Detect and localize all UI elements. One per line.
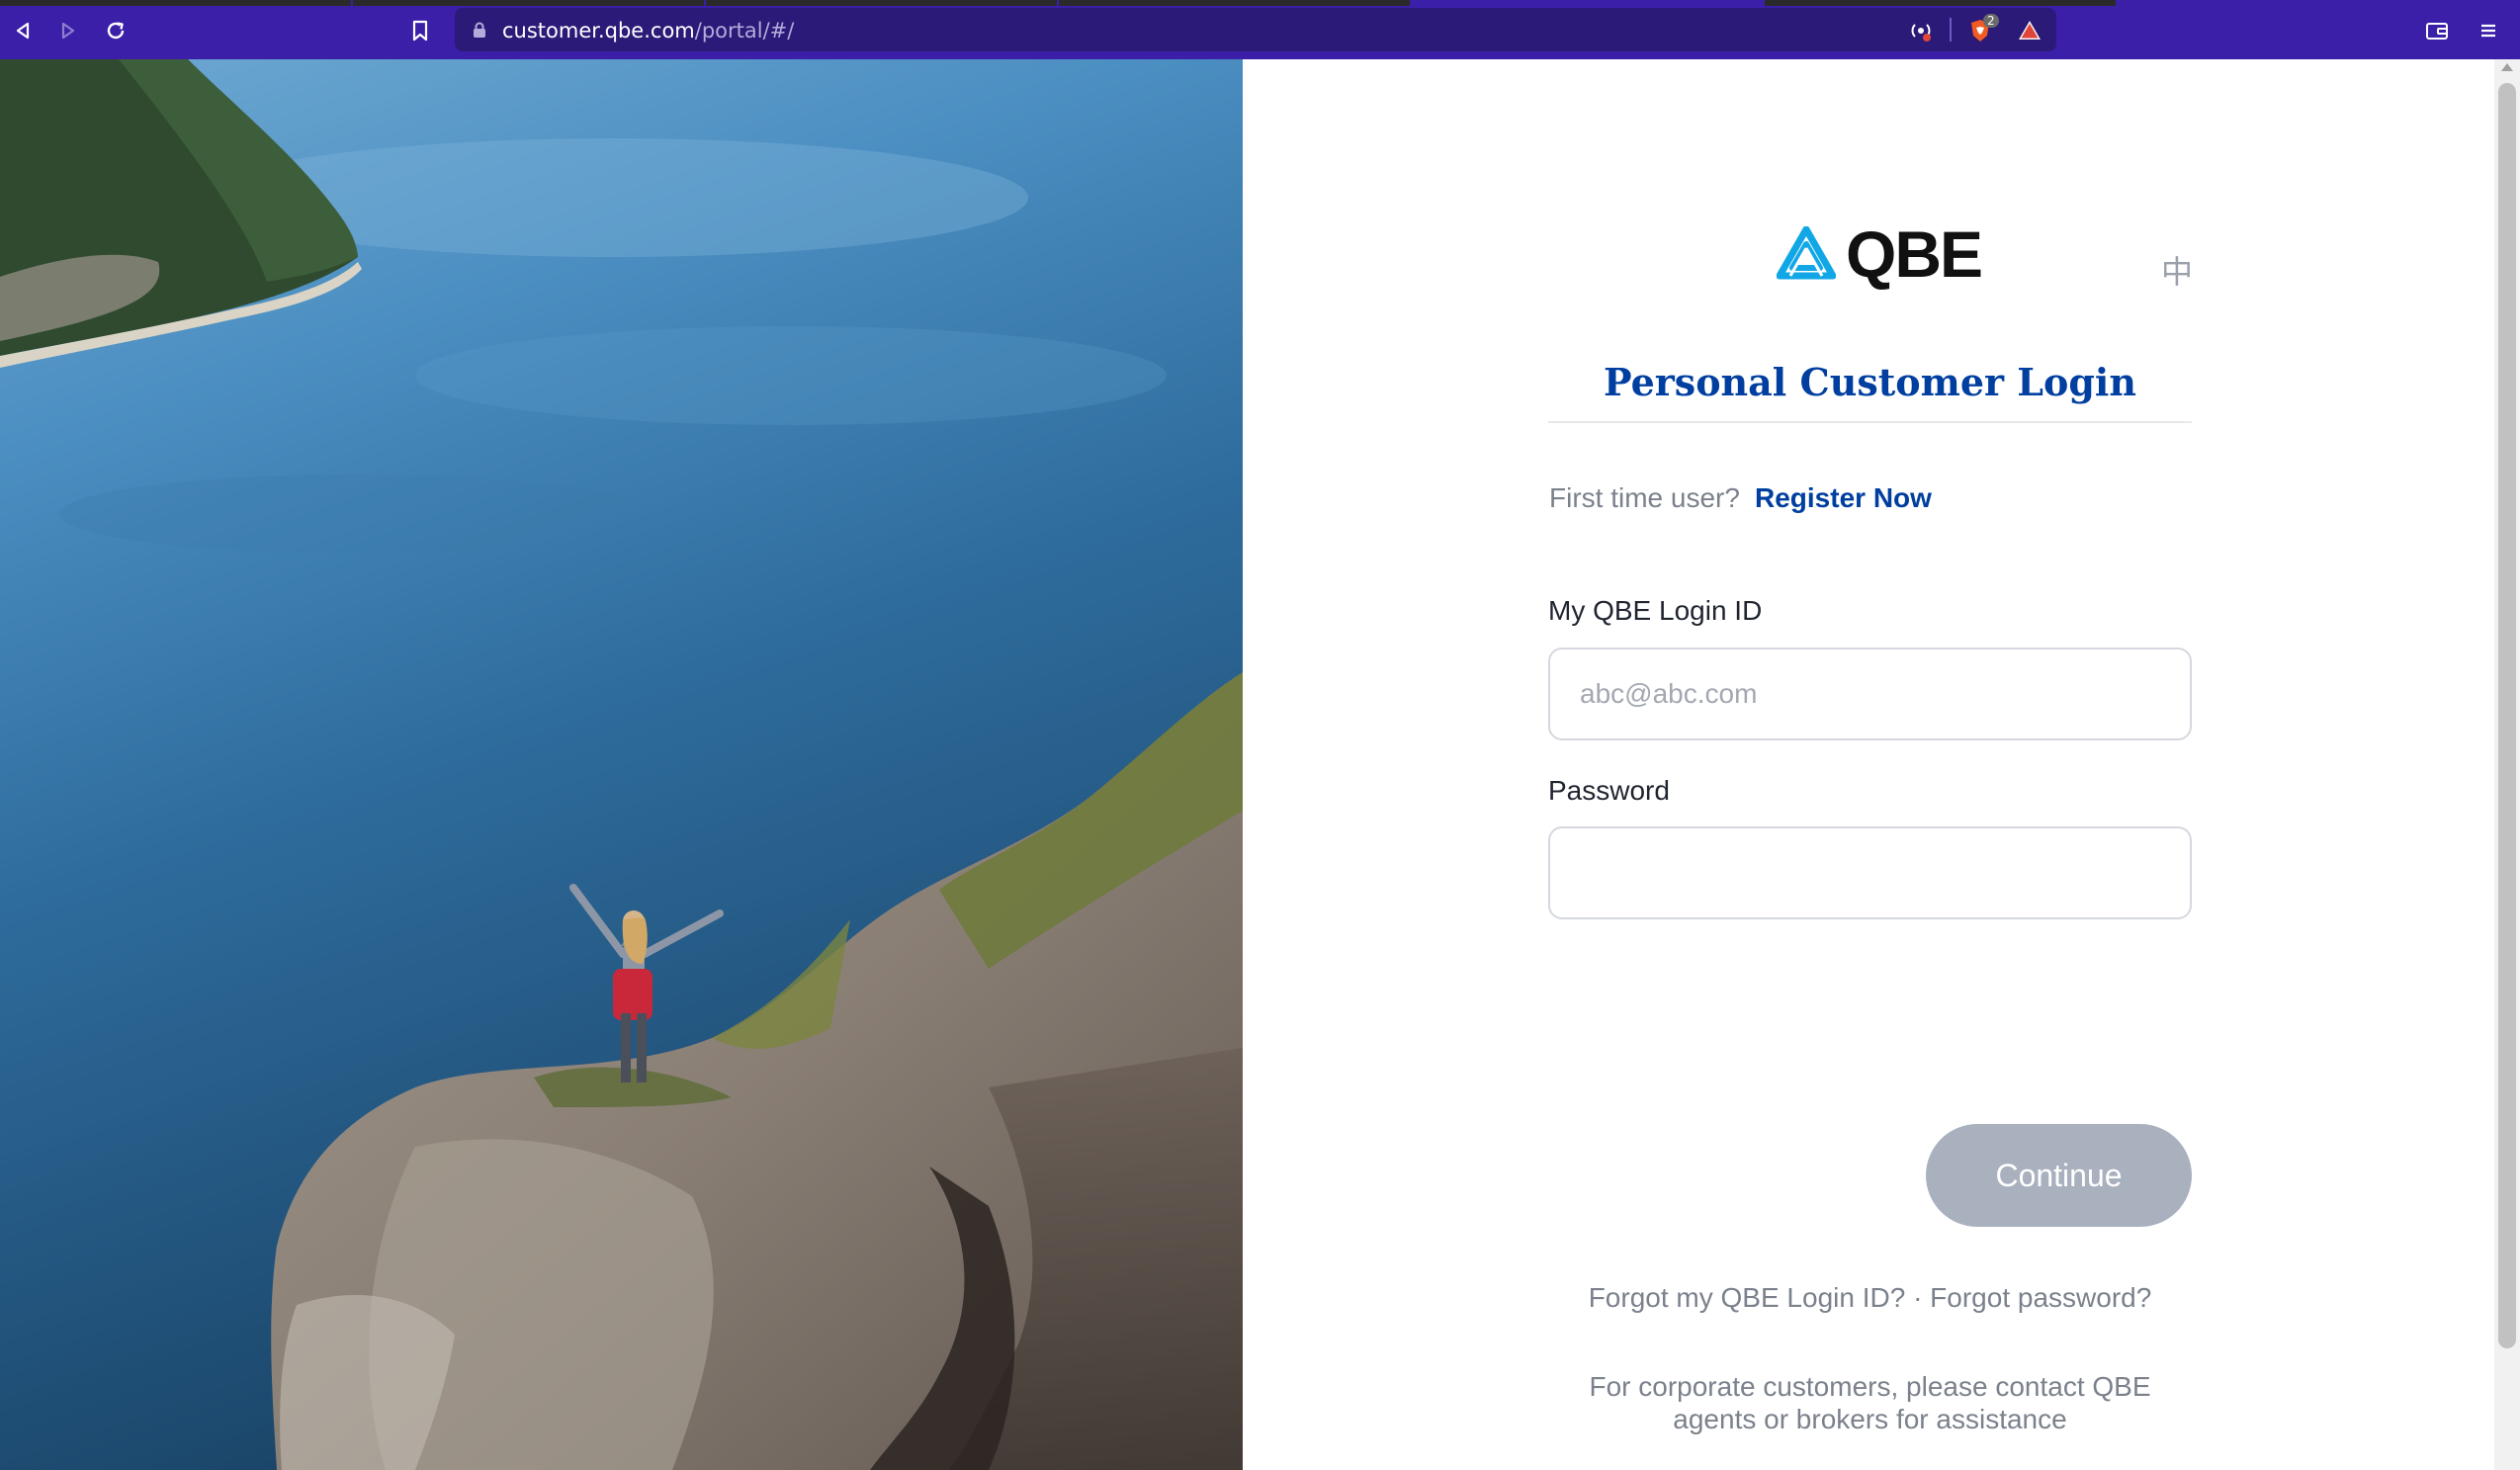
forgot-login-id-link[interactable]: Forgot my QBE Login ID?: [1589, 1282, 1906, 1313]
qbe-logo: QBE: [1777, 217, 1983, 291]
password-input[interactable]: [1548, 826, 2192, 919]
tab[interactable]: [1765, 0, 2116, 6]
forward-button[interactable]: [51, 14, 85, 47]
tab[interactable]: [353, 0, 704, 6]
page-title: Personal Customer Login: [1604, 360, 2136, 404]
tab-strip: [0, 0, 2520, 6]
brave-rewards-icon: [2019, 21, 2041, 40]
wallet-icon: [2426, 23, 2448, 40]
first-time-prompt: First time user?: [1549, 482, 1740, 513]
forgot-password-link[interactable]: Forgot password?: [1930, 1282, 2151, 1313]
qbe-emblem-icon: [1777, 226, 1836, 280]
login-id-label: My QBE Login ID: [1548, 595, 1763, 626]
url-text: customer.qbe.com/portal/#/: [502, 19, 794, 43]
forgot-links: Forgot my QBE Login ID? · Forgot passwor…: [1548, 1282, 2192, 1314]
password-label: Password: [1548, 775, 1670, 806]
continue-button[interactable]: Continue: [1926, 1124, 2192, 1227]
forward-icon: [61, 22, 75, 40]
menu-icon: [2481, 24, 2495, 38]
browser-menu-button[interactable]: [2472, 14, 2505, 47]
hero-illustration: [0, 59, 1243, 1470]
bookmark-icon: [412, 20, 428, 42]
url-path: /portal/#/: [694, 19, 795, 43]
language-toggle[interactable]: 中: [2161, 247, 2193, 293]
tab[interactable]: [0, 0, 351, 6]
shield-count-badge: 2: [1983, 14, 1999, 28]
tab[interactable]: [1059, 0, 1410, 6]
hero-image: [0, 59, 1243, 1470]
scroll-up-arrow[interactable]: [2501, 63, 2513, 71]
toolbar-divider: [1950, 18, 1952, 42]
broadcast-button[interactable]: [1908, 18, 1934, 43]
brand-wordmark: QBE: [1846, 217, 1983, 291]
login-id-input[interactable]: [1548, 648, 2192, 740]
broadcast-icon: [1911, 24, 1931, 42]
reload-button[interactable]: [99, 14, 132, 47]
brave-shield-button[interactable]: 2: [1967, 14, 1999, 43]
back-icon: [16, 22, 30, 40]
scrollbar-thumb[interactable]: [2498, 83, 2516, 1348]
wallet-button[interactable]: [2420, 14, 2454, 47]
back-button[interactable]: [6, 14, 40, 47]
tab[interactable]: [706, 0, 1057, 6]
reload-icon: [107, 22, 125, 40]
brave-rewards-button[interactable]: [2017, 18, 2042, 43]
tab-active[interactable]: [1412, 0, 1763, 6]
forgot-separator: ·: [1913, 1282, 1923, 1313]
url-host: customer.qbe.com: [502, 19, 695, 43]
register-now-link[interactable]: Register Now: [1755, 482, 1932, 514]
address-bar[interactable]: customer.qbe.com/portal/#/ 2: [455, 8, 2056, 51]
bookmark-button[interactable]: [403, 14, 437, 47]
title-divider: [1548, 421, 2192, 423]
lock-icon: [474, 22, 485, 38]
corporate-customers-note: For corporate customers, please contact …: [1589, 1371, 2151, 1434]
browser-toolbar: customer.qbe.com/portal/#/ 2: [0, 0, 2520, 59]
